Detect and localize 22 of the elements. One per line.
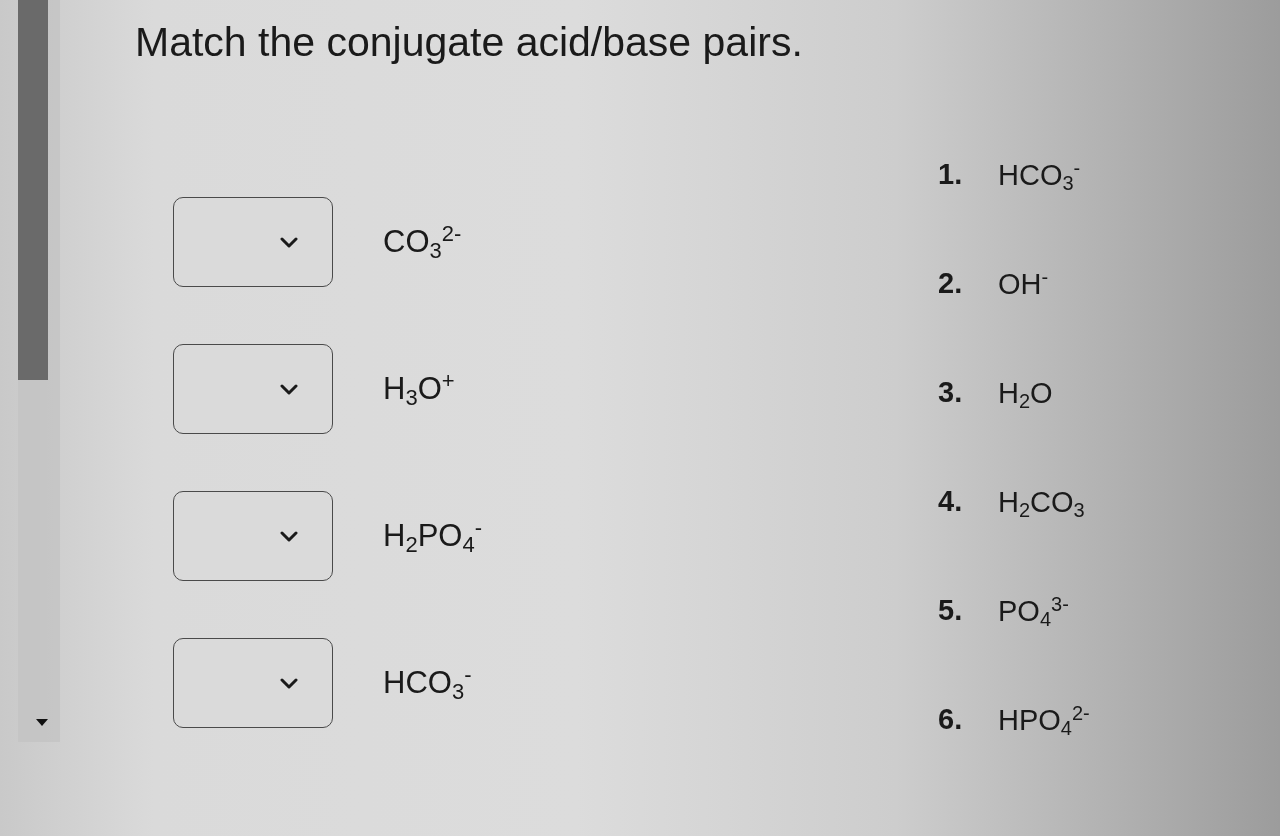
formula-text: H$_{2}$O: [998, 375, 1053, 413]
answer-dropdown[interactable]: [173, 491, 333, 581]
scrollbar-track[interactable]: [18, 0, 60, 742]
scroll-down-arrow-icon[interactable]: [36, 719, 48, 726]
formula-text: H$_{3}$O$^{+}$: [383, 369, 455, 409]
formula-text: OH$^{-}$: [998, 264, 1049, 302]
answer-dropdown[interactable]: [173, 344, 333, 434]
option-number: 2.: [938, 265, 964, 301]
chevron-down-icon: [280, 383, 298, 395]
answer-dropdown[interactable]: [173, 638, 333, 728]
answer-dropdown[interactable]: [173, 197, 333, 287]
option-number: 3.: [938, 374, 964, 410]
option-number: 6.: [938, 701, 964, 737]
option-number: 4.: [938, 483, 964, 519]
option-number: 5.: [938, 592, 964, 628]
option-number: 1.: [938, 156, 964, 192]
formula-text: H$_{2}$CO$_{3}$: [998, 484, 1085, 522]
chevron-down-icon: [280, 677, 298, 689]
chevron-down-icon: [280, 530, 298, 542]
chevron-down-icon: [280, 236, 298, 248]
question-text: Match the conjugate acid/base pairs.: [135, 18, 803, 67]
scrollbar-thumb[interactable]: [18, 0, 48, 380]
